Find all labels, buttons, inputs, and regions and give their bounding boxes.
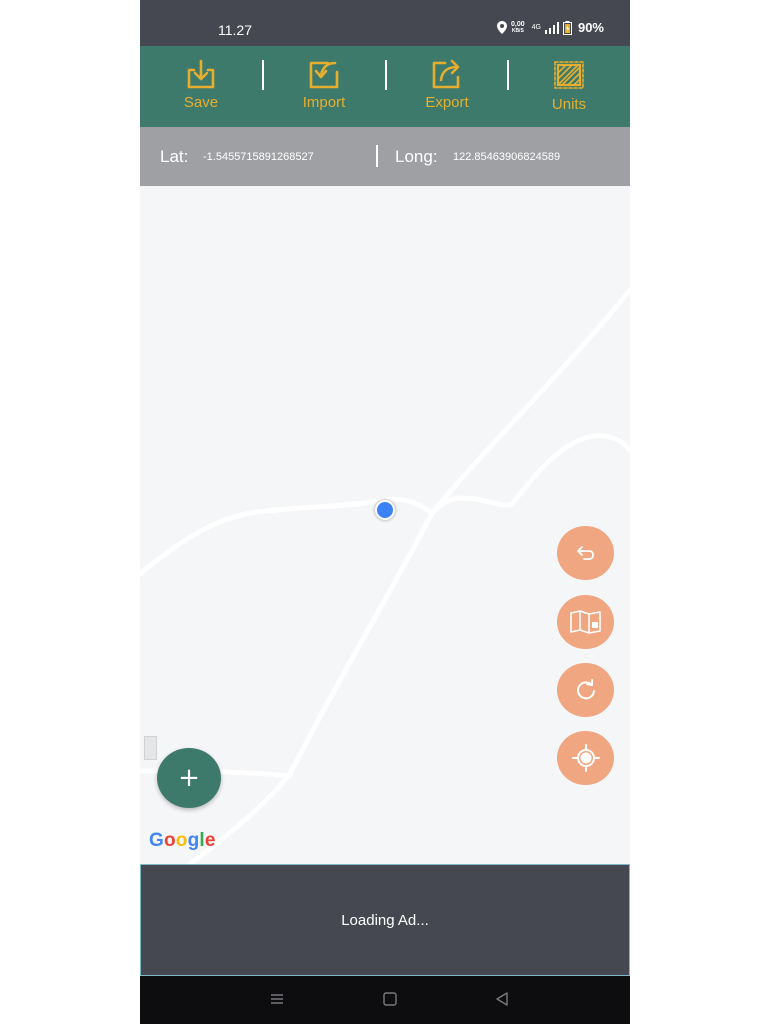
export-button[interactable]: Export bbox=[386, 46, 508, 127]
phone-screen: 11.27 0,00 KB/S 4G 90% Save Import Expor… bbox=[140, 0, 630, 1024]
map-edge-tab bbox=[144, 736, 157, 760]
units-label: Units bbox=[551, 96, 587, 113]
refresh-button[interactable] bbox=[557, 663, 614, 717]
units-button[interactable]: Units bbox=[508, 46, 630, 127]
signal-icon bbox=[544, 21, 559, 34]
import-icon bbox=[309, 61, 339, 89]
export-share-icon bbox=[432, 59, 460, 89]
add-point-button[interactable]: + bbox=[157, 748, 221, 808]
save-button[interactable]: Save bbox=[140, 46, 262, 127]
undo-icon bbox=[576, 546, 594, 560]
my-location-button[interactable] bbox=[557, 731, 614, 785]
status-icons: 0,00 KB/S 4G 90% bbox=[497, 20, 604, 35]
save-label: Save bbox=[183, 94, 219, 111]
google-logo: Google bbox=[149, 830, 216, 851]
save-download-icon bbox=[187, 59, 215, 89]
net-speed-value: 0,00 bbox=[511, 20, 525, 28]
back-nav-icon[interactable] bbox=[495, 992, 509, 1006]
menu-nav-icon[interactable] bbox=[270, 992, 284, 1006]
undo-button[interactable] bbox=[557, 526, 614, 580]
lat-label: Lat: bbox=[160, 147, 189, 166]
long-label: Long: bbox=[395, 147, 438, 166]
network-type: 4G bbox=[531, 24, 541, 31]
map-view[interactable]: + Google bbox=[140, 186, 630, 864]
map-icon bbox=[569, 610, 601, 634]
status-bar: 11.27 0,00 KB/S 4G 90% bbox=[140, 0, 630, 46]
lat-value: -1.5455715891268527 bbox=[203, 151, 314, 163]
battery-percent: 90% bbox=[577, 20, 604, 35]
system-nav-bar bbox=[140, 976, 630, 1024]
toolbar: Save Import Export Units bbox=[140, 46, 630, 127]
coordinates-divider bbox=[376, 145, 378, 167]
long-value: 122.85463906824589 bbox=[453, 151, 561, 163]
units-area-icon bbox=[554, 61, 584, 89]
coordinates-bar: Lat: -1.5455715891268527 Long: 122.85463… bbox=[140, 127, 630, 186]
battery-icon bbox=[562, 20, 572, 35]
gps-target-icon bbox=[571, 744, 600, 772]
status-time: 11.27 bbox=[218, 22, 252, 38]
import-button[interactable]: Import bbox=[263, 46, 385, 127]
ad-loading-text: Loading Ad... bbox=[341, 911, 429, 929]
add-icon: + bbox=[178, 763, 200, 793]
import-label: Import bbox=[302, 94, 346, 111]
net-speed-unit: KB/S bbox=[511, 27, 524, 34]
location-pin-icon bbox=[497, 21, 507, 34]
refresh-icon bbox=[576, 679, 595, 700]
net-speed: 0,00 KB/S bbox=[511, 21, 525, 35]
map-type-button[interactable] bbox=[557, 595, 614, 649]
ad-banner[interactable]: Loading Ad... bbox=[140, 864, 630, 976]
export-label: Export bbox=[425, 94, 469, 111]
home-nav-icon[interactable] bbox=[383, 992, 397, 1006]
current-location-marker bbox=[375, 500, 395, 520]
